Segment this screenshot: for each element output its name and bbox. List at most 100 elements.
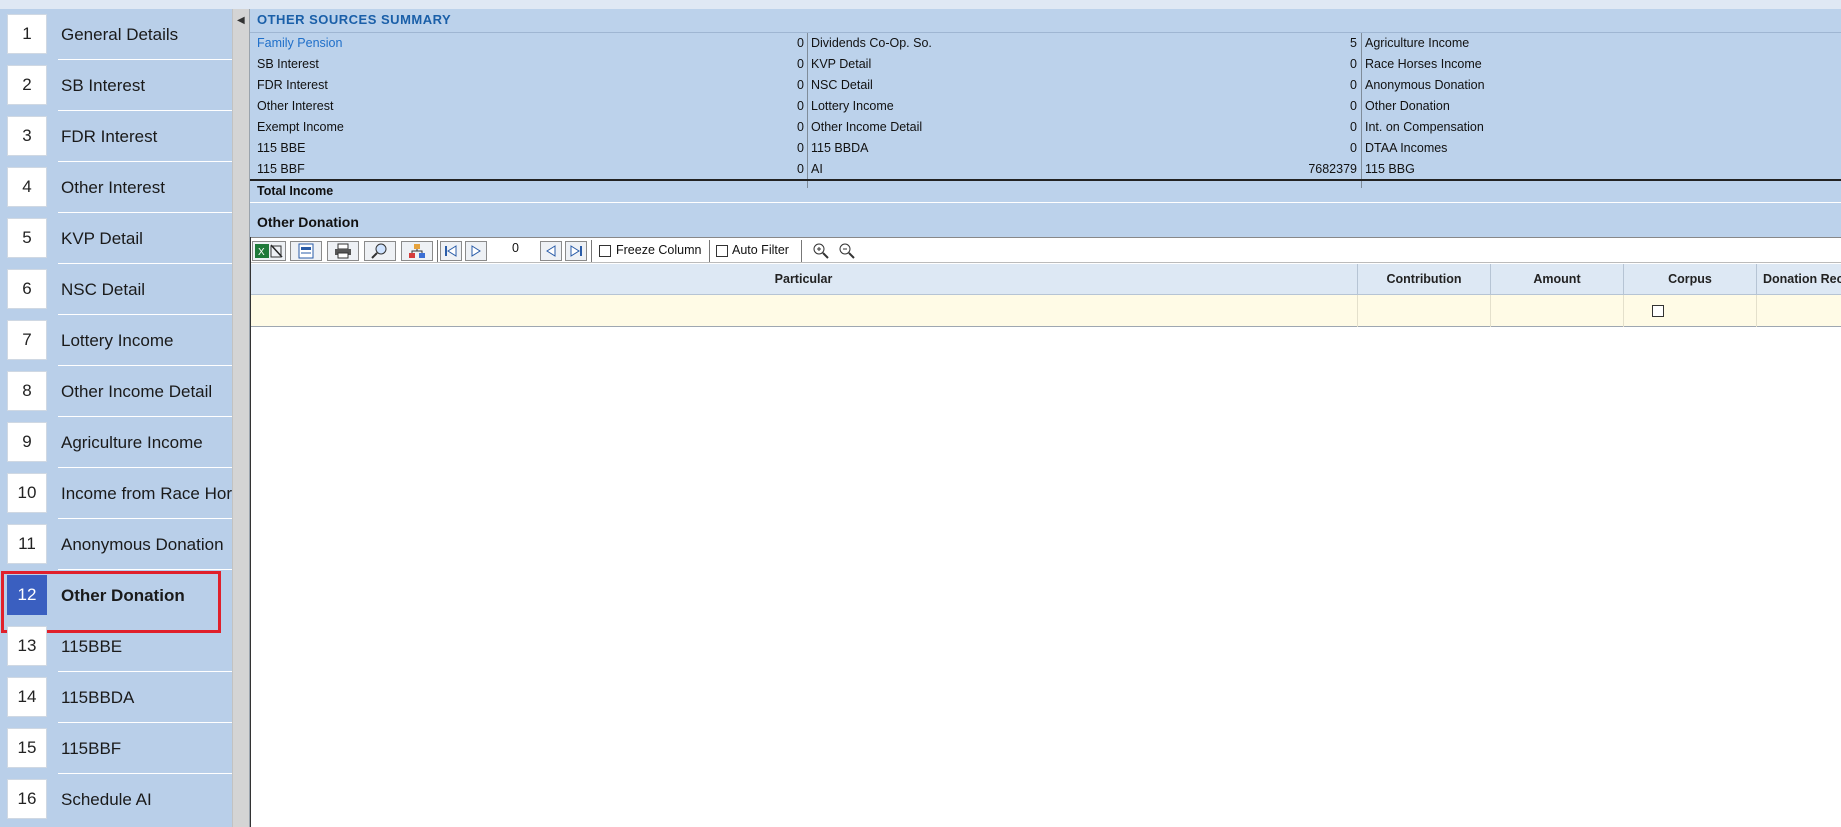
toolbar-divider [591, 240, 592, 262]
sidebar-item-label: KVP Detail [61, 229, 143, 248]
sidebar-item-label: FDR Interest [61, 127, 158, 146]
column-header-donation-rec[interactable]: Donation Rec [1757, 264, 1841, 295]
summary-label[interactable]: Family Pension [257, 36, 342, 50]
excel-export-icon[interactable]: X [252, 241, 286, 261]
summary-value: 0 [1350, 120, 1357, 134]
corpus-cell[interactable] [1624, 295, 1757, 327]
summary-value: 0 [797, 99, 804, 113]
summary-label: 115 BBF [257, 162, 305, 176]
sidebar-item-other-income-detail[interactable]: 8 Other Income Detail [0, 366, 232, 417]
sidebar-item-number: 1 [7, 14, 47, 54]
corpus-checkbox[interactable] [1652, 305, 1664, 317]
preview-icon[interactable] [364, 241, 396, 261]
print-icon[interactable] [327, 241, 359, 261]
sidebar-item-general-details[interactable]: 1 General Details [0, 9, 232, 60]
sidebar-item-kvp-detail[interactable]: 5 KVP Detail [0, 213, 232, 264]
summary-row: 115 BBF 0 AI 7682379 115 BBG [250, 159, 1841, 180]
summary-row: SB Interest 0 KVP Detail 0 Race Horses I… [250, 54, 1841, 75]
summary-value: 0 [1350, 99, 1357, 113]
prev-record-icon[interactable] [540, 241, 562, 261]
column-header-contribution[interactable]: Contribution [1358, 264, 1491, 295]
toolbar-divider [437, 240, 438, 262]
sidebar-item-115bbf[interactable]: 15 115BBF [0, 723, 232, 774]
csv-export-icon[interactable] [290, 241, 322, 261]
amount-cell[interactable] [1491, 295, 1624, 327]
sidebar: 1 General Details 2 SB Interest 3 FDR In… [0, 9, 232, 827]
sidebar-item-number: 15 [7, 728, 47, 768]
svg-text:X: X [258, 247, 265, 258]
summary-label: Int. on Compensation [1365, 120, 1484, 134]
sidebar-item-sb-interest[interactable]: 2 SB Interest [0, 60, 232, 111]
summary-value: 0 [797, 36, 804, 50]
column-header-particular[interactable]: Particular [250, 264, 1358, 295]
sidebar-item-115bbda[interactable]: 14 115BBDA [0, 672, 232, 723]
summary-label: NSC Detail [811, 78, 873, 92]
sidebar-item-number: 10 [7, 473, 47, 513]
zoom-in-icon[interactable] [812, 242, 830, 265]
sidebar-item-115bbe[interactable]: 13 115BBE [0, 621, 232, 672]
sidebar-item-label: Other Income Detail [61, 382, 213, 401]
sidebar-item-label: Lottery Income [61, 331, 174, 350]
summary-row: Exempt Income 0 Other Income Detail 0 In… [250, 117, 1841, 138]
collapse-arrow-icon[interactable]: ◀ [237, 15, 245, 26]
summary-value: 5 [1350, 36, 1357, 50]
summary-label: Other Interest [257, 99, 334, 113]
summary-value: 0 [1350, 57, 1357, 71]
summary-label: 115 BBE [257, 141, 306, 155]
summary-label: 115 BBDA [811, 141, 869, 155]
top-strip [0, 0, 1841, 9]
summary-label: AI [811, 162, 823, 176]
sidebar-item-number: 14 [7, 677, 47, 717]
sidebar-item-number: 7 [7, 320, 47, 360]
sidebar-splitter[interactable]: ◀ [232, 9, 250, 827]
group-icon[interactable] [401, 241, 433, 261]
other-sources-summary: OTHER SOURCES SUMMARY Family Pension 0 D… [250, 9, 1841, 237]
summary-label: KVP Detail [811, 57, 872, 71]
summary-label: Lottery Income [811, 99, 894, 113]
last-record-icon[interactable] [565, 241, 587, 261]
summary-value: 0 [797, 141, 804, 155]
table-row[interactable] [250, 295, 1841, 327]
auto-filter-checkbox[interactable] [716, 245, 728, 257]
first-record-icon[interactable] [440, 241, 462, 261]
sidebar-item-race-horse[interactable]: 10 Income from Race Horse [0, 468, 232, 519]
sidebar-item-number: 8 [7, 371, 47, 411]
sidebar-item-label: 115BBF [61, 739, 122, 758]
sidebar-item-label: General Details [61, 25, 179, 44]
zoom-out-icon[interactable] [838, 242, 856, 265]
summary-label: Dividends Co-Op. So. [811, 36, 932, 50]
sidebar-item-nsc-detail[interactable]: 6 NSC Detail [0, 264, 232, 315]
sidebar-item-label: Other Interest [61, 178, 165, 197]
sidebar-item-other-interest[interactable]: 4 Other Interest [0, 162, 232, 213]
grid-toolbar: X 0 Freeze Column Auto Filter [250, 237, 1841, 263]
sidebar-item-label: 115BBE [61, 637, 123, 656]
sidebar-item-label: Schedule AI [61, 790, 152, 809]
sidebar-item-anonymous-donation[interactable]: 11 Anonymous Donation [0, 519, 232, 570]
summary-value: 0 [797, 120, 804, 134]
summary-value: 0 [1350, 78, 1357, 92]
sidebar-item-agriculture-income[interactable]: 9 Agriculture Income [0, 417, 232, 468]
summary-value: 0 [797, 78, 804, 92]
sidebar-item-number: 13 [7, 626, 47, 666]
contribution-cell[interactable] [1358, 295, 1491, 327]
summary-value: 7682379 [1308, 162, 1357, 176]
sidebar-item-other-donation[interactable]: 12 Other Donation [0, 570, 232, 633]
column-header-corpus[interactable]: Corpus [1624, 264, 1757, 295]
column-header-amount[interactable]: Amount [1491, 264, 1624, 295]
sidebar-item-lottery-income[interactable]: 7 Lottery Income [0, 315, 232, 366]
total-income-label: Total Income [257, 184, 334, 198]
summary-title: OTHER SOURCES SUMMARY [257, 12, 452, 27]
sidebar-item-number: 4 [7, 167, 47, 207]
sidebar-item-schedule-ai[interactable]: 16 Schedule AI [0, 774, 232, 825]
record-count: 0 [512, 241, 519, 255]
divider [250, 202, 1841, 203]
summary-value: 0 [797, 162, 804, 176]
freeze-column-checkbox[interactable] [599, 245, 611, 257]
sidebar-item-fdr-interest[interactable]: 3 FDR Interest [0, 111, 232, 162]
section-title: Other Donation [257, 214, 359, 230]
summary-label: SB Interest [257, 57, 319, 71]
next-record-icon[interactable] [465, 241, 487, 261]
particular-cell[interactable] [250, 295, 1358, 327]
sidebar-item-label: Income from Race Horse [61, 484, 232, 503]
summary-row: Family Pension 0 Dividends Co-Op. So. 5 … [250, 33, 1841, 54]
